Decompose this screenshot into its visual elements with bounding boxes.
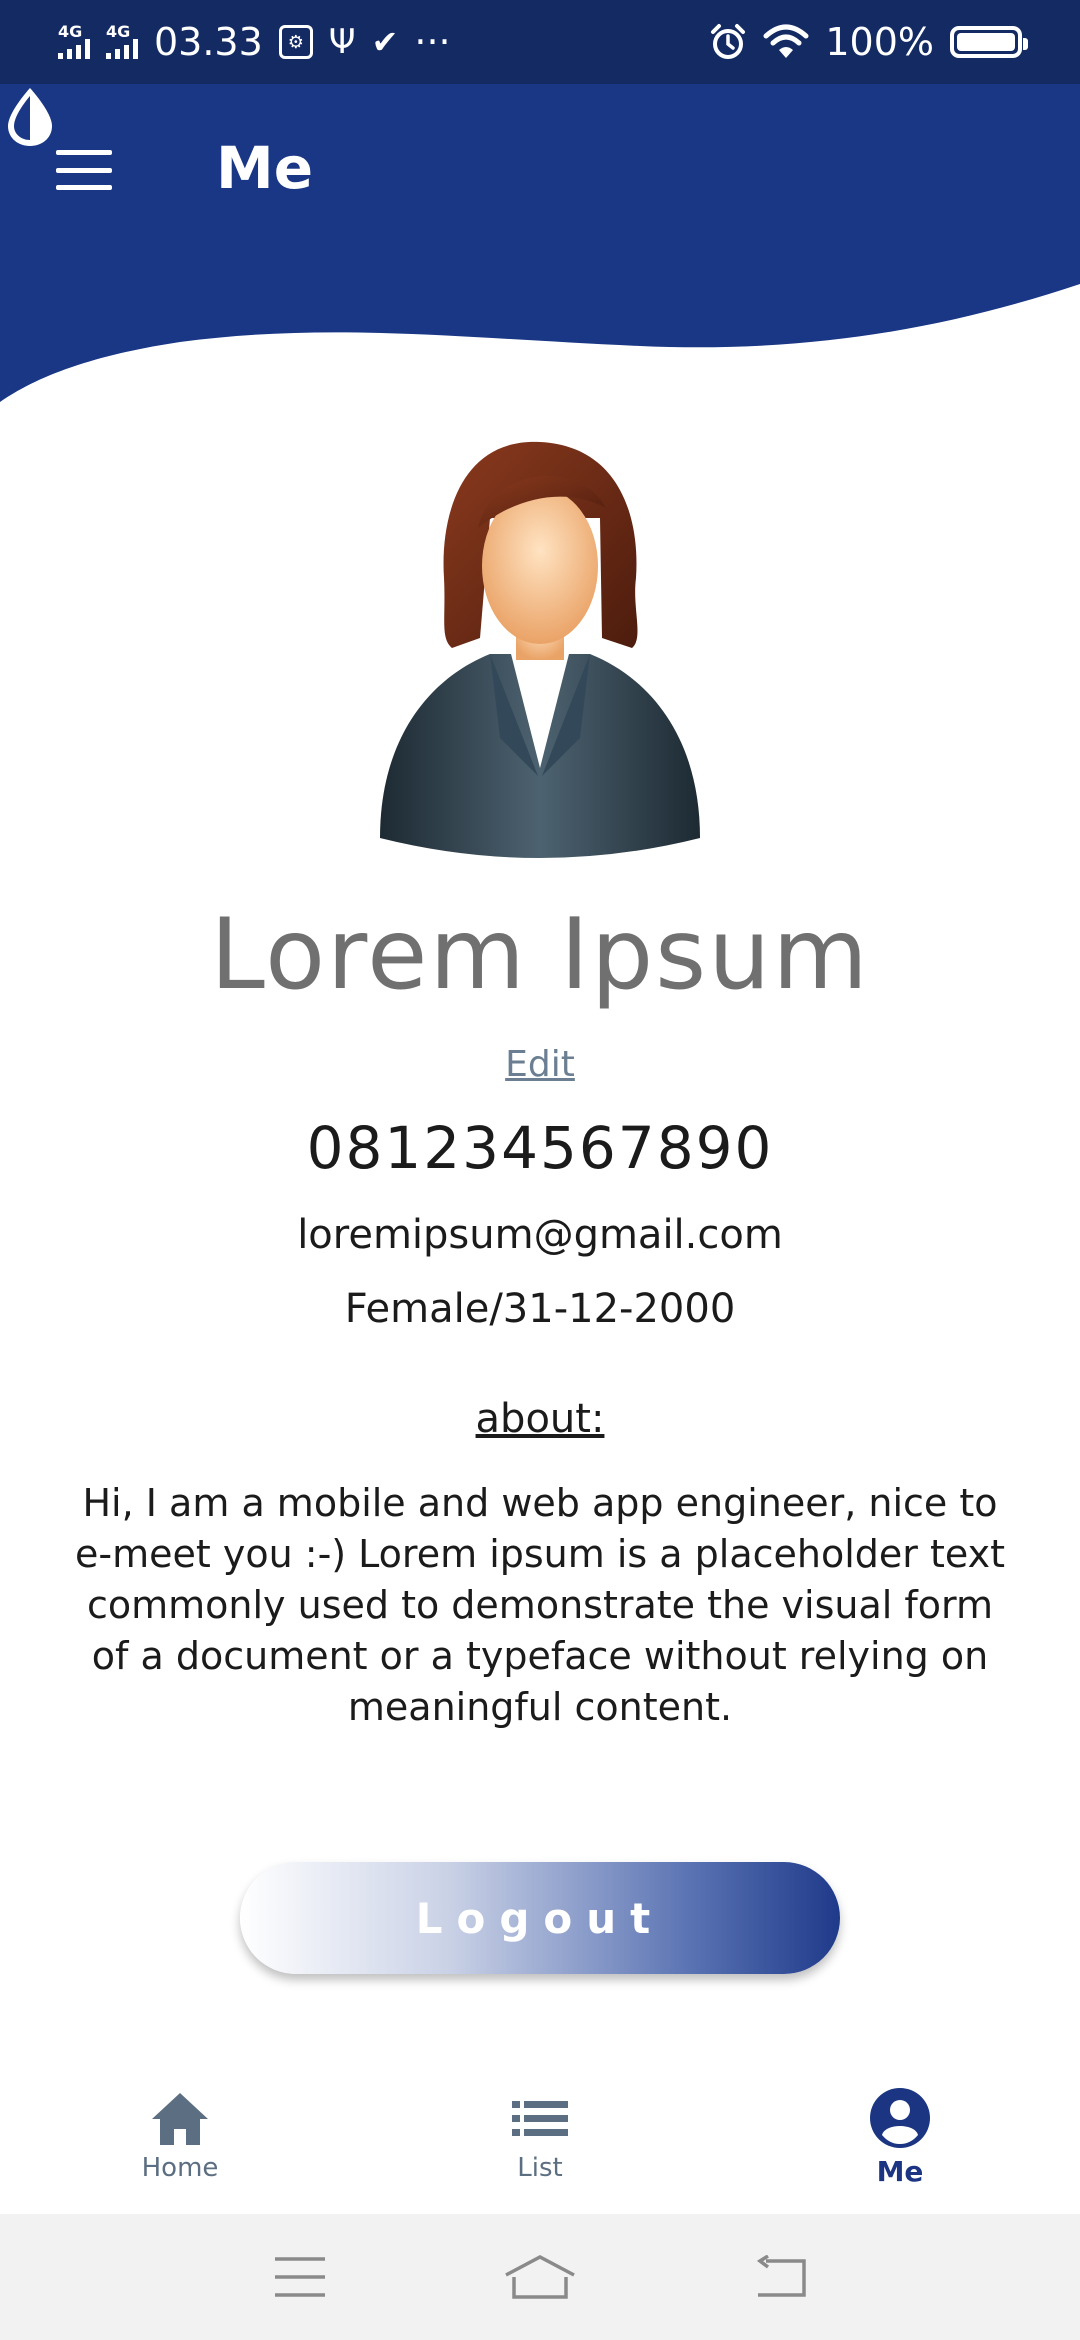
nav-item-me[interactable]: Me — [720, 2060, 1080, 2214]
nav-item-list[interactable]: List — [360, 2060, 720, 2214]
wifi-icon — [763, 24, 809, 58]
status-time: 03.33 — [154, 20, 263, 64]
app-header: Me — [0, 84, 1080, 414]
signal-icon: 4G — [58, 24, 90, 59]
usb-debug-icon: ⚙ — [278, 25, 313, 59]
status-bar-right: 100% — [709, 20, 1028, 64]
hamburger-menu-icon[interactable] — [56, 150, 112, 190]
status-bar-left: 4G 4G 03.33 ⚙ Ψ ✔ ··· — [58, 20, 451, 64]
nav-label-list: List — [517, 2153, 563, 2183]
nav-label-home: Home — [141, 2153, 219, 2183]
logout-button[interactable]: Logout — [240, 1862, 840, 1974]
nav-item-home[interactable]: Home — [0, 2060, 360, 2214]
list-icon — [512, 2101, 568, 2136]
recent-apps-icon[interactable] — [260, 2247, 340, 2307]
signal-icon-2: 4G — [106, 24, 138, 59]
home-icon — [152, 2093, 208, 2145]
home-outline-icon[interactable] — [500, 2247, 580, 2307]
back-icon[interactable] — [740, 2247, 820, 2307]
system-navigation-bar — [0, 2214, 1080, 2340]
edit-profile-link[interactable]: Edit — [505, 1044, 575, 1085]
page-title: Me — [216, 134, 314, 202]
account-circle-icon — [870, 2087, 930, 2148]
battery-icon — [950, 26, 1028, 58]
phone-number: 081234567890 — [306, 1114, 774, 1182]
usb-icon: Ψ — [328, 22, 356, 62]
about-text: Hi, I am a mobile and web app engineer, … — [75, 1481, 1005, 1729]
gender-birthdate: Female/31-12-2000 — [344, 1286, 736, 1332]
edit-profile-link-row: Edit — [0, 1044, 1080, 1085]
bottom-navigation: Home List Me — [0, 2060, 1080, 2214]
battery-percent: 100% — [825, 20, 934, 64]
more-indicator: ··· — [414, 20, 451, 64]
avatar — [380, 441, 700, 858]
theme-drop-icon[interactable] — [0, 84, 60, 148]
status-bar: 4G 4G 03.33 ⚙ Ψ ✔ ··· 100% — [0, 0, 1080, 84]
header-wave-background — [0, 84, 1080, 402]
alarm-icon — [711, 24, 746, 59]
profile-name: Lorem Ipsum — [210, 898, 870, 1012]
about-heading: about: — [475, 1396, 605, 1442]
nav-label-me: Me — [876, 2154, 924, 2188]
email-address: loremipsum@gmail.com — [297, 1212, 783, 1258]
clipboard-check-icon: ✔ — [371, 23, 399, 61]
